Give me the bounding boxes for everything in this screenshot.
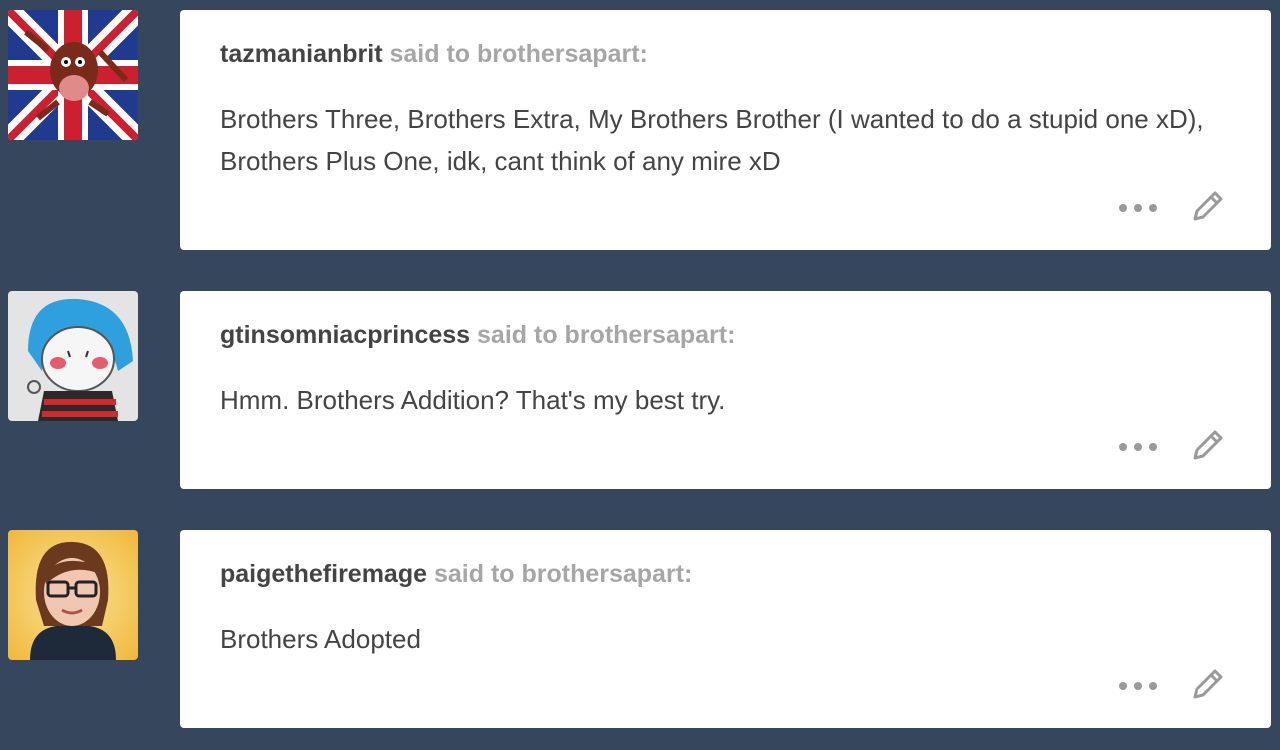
said-to-label: said to brothersapart: (433, 560, 693, 588)
said-to-label: said to brothersapart: (477, 321, 736, 349)
pencil-icon[interactable] (1189, 426, 1227, 464)
more-options-icon[interactable] (1119, 201, 1157, 215)
ask-card: gtinsomniacprincess said to brothersapar… (180, 291, 1271, 489)
asker-name[interactable]: paigethefiremage (220, 560, 427, 588)
glasses-portrait-avatar (8, 530, 138, 660)
ask-header: paigethefiremage said to brothersapart: (220, 560, 692, 589)
ask-text: Hmm. Brothers Addition? That's my best t… (220, 385, 726, 415)
ask-text: Brothers Three, Brothers Extra, My Broth… (220, 104, 1204, 176)
pencil-icon[interactable] (1189, 187, 1227, 225)
taz-union-jack-avatar (8, 10, 138, 140)
user-avatar[interactable] (8, 10, 138, 140)
ask-card: paigethefiremage said to brothersapart: … (180, 530, 1271, 728)
pencil-icon[interactable] (1189, 665, 1227, 703)
user-avatar[interactable] (8, 530, 138, 660)
ask-card: tazmanianbrit said to brothersapart: Bro… (180, 10, 1271, 250)
ask-header: tazmanianbrit said to brothersapart: (220, 40, 648, 69)
asker-name[interactable]: tazmanianbrit (220, 40, 383, 68)
more-options-icon[interactable] (1119, 440, 1157, 454)
ask-header: gtinsomniacprincess said to brothersapar… (220, 321, 735, 350)
user-avatar[interactable] (8, 291, 138, 421)
ask-text: Brothers Adopted (220, 624, 421, 654)
blue-hair-drawing-avatar (8, 291, 138, 421)
ask-feed: tazmanianbrit said to brothersapart: Bro… (0, 0, 1280, 750)
said-to-label: said to brothersapart: (389, 40, 648, 68)
more-options-icon[interactable] (1119, 679, 1157, 693)
asker-name[interactable]: gtinsomniacprincess (220, 321, 470, 349)
